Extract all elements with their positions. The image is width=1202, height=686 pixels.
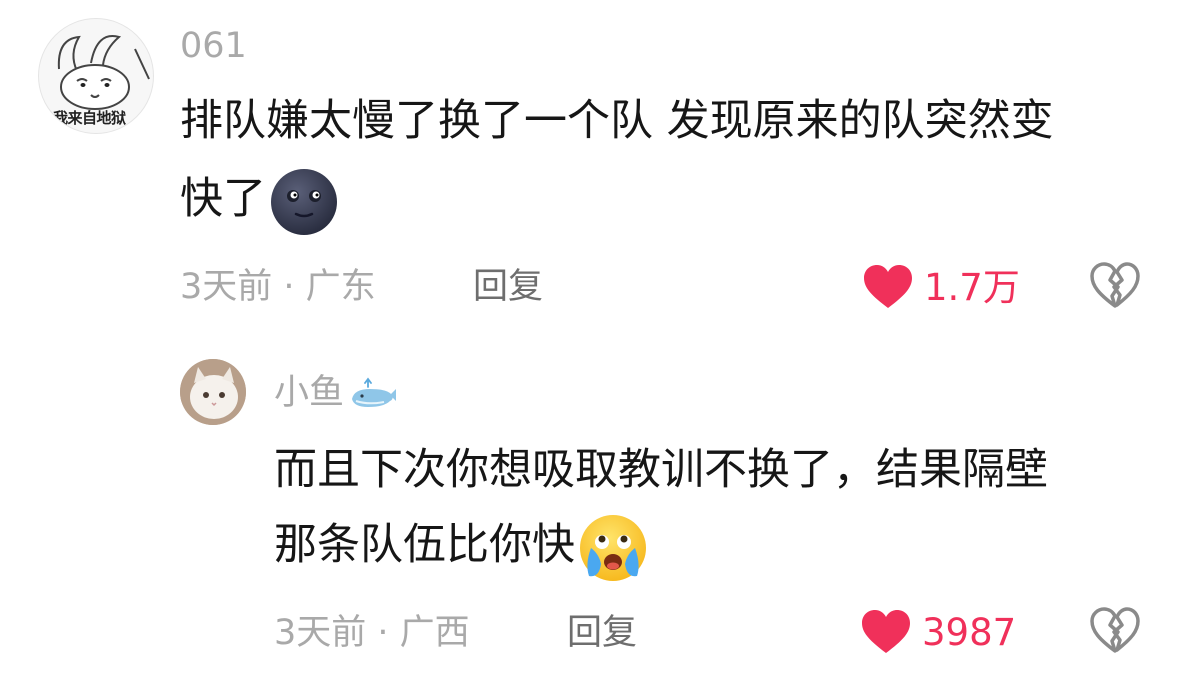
new-moon-face-icon	[271, 168, 337, 235]
comment-username[interactable]: 061	[180, 29, 247, 64]
commenter-avatar[interactable]	[180, 359, 246, 425]
comment-username[interactable]: 小鱼	[274, 376, 398, 411]
like-button[interactable]: 1.7万	[862, 264, 1020, 310]
cat-avatar-icon	[180, 359, 246, 425]
comment-text-line-with-emoji: 那条队伍比你快	[274, 506, 649, 584]
comment-time-location: 3天前 · 广东	[180, 267, 376, 307]
comment-text: 快了	[180, 174, 266, 224]
like-count: 3987	[922, 610, 1017, 654]
like-button[interactable]: 3987	[860, 609, 1016, 655]
broken-heart-icon[interactable]	[1089, 607, 1141, 655]
username-text: 小鱼	[274, 373, 345, 413]
crying-face-icon	[580, 514, 646, 581]
comment-time-location: 3天前 · 广西	[274, 613, 470, 653]
comment-text-line-with-emoji: 快了	[180, 160, 340, 238]
commenter-avatar[interactable]: 我来自地狱	[38, 18, 154, 134]
whale-icon	[352, 377, 397, 407]
heart-icon	[864, 265, 912, 308]
avatar-caption: 我来自地狱	[53, 109, 126, 127]
heart-icon	[862, 610, 910, 653]
reply-button[interactable]: 回复	[473, 270, 543, 305]
broken-heart-icon[interactable]	[1089, 262, 1141, 310]
reply-button[interactable]: 回复	[567, 616, 637, 651]
comment-text-line: 排队嫌太慢了换了一个队 发现原来的队突然变	[180, 96, 1054, 146]
comment-text: 那条队伍比你快	[274, 520, 575, 570]
like-count: 1.7万	[924, 265, 1020, 309]
comment-text-line: 而且下次你想吸取教训不换了，结果隔壁	[274, 445, 1048, 495]
